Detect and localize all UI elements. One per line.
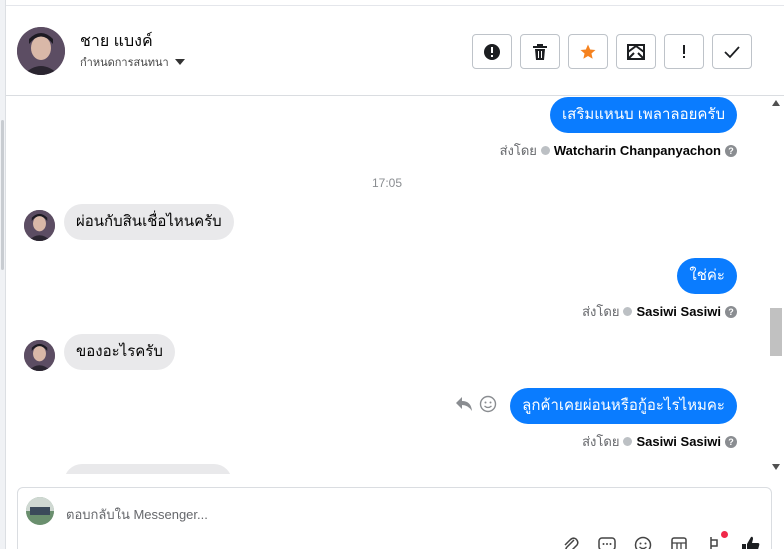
star-button[interactable] <box>568 34 608 69</box>
message-bubble-incoming[interactable]: ของอะไรครับ <box>64 334 175 370</box>
help-icon[interactable]: ? <box>725 144 737 157</box>
emoji-button[interactable] <box>633 535 653 549</box>
reply-input[interactable]: ตอบกลับใน Messenger... <box>66 504 208 525</box>
message-hover-tools <box>455 395 497 413</box>
sent-by-prefix: ส่งโดย <box>582 434 620 449</box>
assign-conversation-dropdown[interactable]: กำหนดการสนทนา <box>80 53 185 71</box>
composer-toolbar <box>561 531 761 549</box>
contact-name: ชาย แบงค์ <box>80 33 153 50</box>
contact-avatar-small <box>24 210 55 241</box>
message-bubble-incoming[interactable]: ผ่อนกับสินเชื่อไหนครับ <box>64 204 234 240</box>
caret-down-icon <box>174 59 185 65</box>
message-bubble-outgoing[interactable]: ใช่ค่ะ <box>677 258 737 294</box>
help-icon[interactable]: ? <box>725 305 737 318</box>
message-bubble-outgoing[interactable]: ลูกค้าเคยผ่อนหรือกู้อะไรไหมคะ <box>510 388 737 424</box>
trash-icon <box>533 43 547 60</box>
envelope-icon <box>627 43 645 60</box>
check-icon <box>724 45 740 58</box>
contact-avatar-small <box>24 340 55 371</box>
follow-up-button[interactable] <box>664 34 704 69</box>
mark-unread-button[interactable] <box>616 34 656 69</box>
message-bubble-outgoing[interactable]: เสริมแหนบ เพลาลอยครับ <box>550 97 737 133</box>
sender-name[interactable]: Sasiwi Sasiwi <box>636 434 721 449</box>
left-scroll-thumb[interactable] <box>1 120 4 270</box>
delete-button[interactable] <box>520 34 560 69</box>
sender-name[interactable]: Sasiwi Sasiwi <box>636 304 721 319</box>
sent-by-line: ส่งโดย Watcharin Chanpanyachon ? <box>500 140 737 161</box>
alert-circle-icon <box>484 43 500 60</box>
header-actions <box>472 34 752 69</box>
top-divider <box>6 0 784 6</box>
store-button[interactable] <box>669 535 689 549</box>
shop-icon <box>671 537 687 549</box>
tag-button[interactable] <box>705 531 728 549</box>
help-icon[interactable]: ? <box>725 435 737 448</box>
assign-label: กำหนดการสนทนา <box>80 57 169 69</box>
reply-icon[interactable] <box>455 396 473 412</box>
contact-avatar[interactable] <box>17 27 65 75</box>
notification-dot <box>721 531 728 538</box>
sent-by-prefix: ส่งโดย <box>582 304 620 319</box>
thumbs-up-icon <box>742 536 760 549</box>
scroll-thumb[interactable] <box>770 308 782 356</box>
attach-button[interactable] <box>561 535 581 549</box>
thread-scrollbar[interactable] <box>768 96 784 474</box>
page-avatar <box>26 497 54 525</box>
sent-by-line: ส่งโดย Sasiwi Sasiwi ? <box>582 431 737 452</box>
paperclip-icon <box>564 537 579 549</box>
verified-dot-icon <box>540 146 550 155</box>
like-button[interactable] <box>741 535 761 549</box>
sender-name[interactable]: Watcharin Chanpanyachon <box>554 143 721 158</box>
verified-dot-icon <box>623 307 633 316</box>
verified-dot-icon <box>623 437 633 446</box>
star-icon <box>580 44 596 59</box>
message-timestamp: 17:05 <box>371 176 403 190</box>
tag-icon <box>710 537 718 549</box>
sent-by-prefix: ส่งโดย <box>499 143 537 158</box>
sent-by-line: ส่งโดย Sasiwi Sasiwi ? <box>582 301 737 322</box>
reply-composer[interactable]: ตอบกลับใน Messenger... <box>17 487 772 549</box>
smiley-icon <box>634 536 652 549</box>
spam-button[interactable] <box>472 34 512 69</box>
scroll-up-arrow-icon[interactable] <box>772 100 780 106</box>
emoji-react-icon[interactable] <box>479 395 497 413</box>
message-bubble-incoming-partial[interactable] <box>64 464 232 474</box>
message-thread[interactable]: เสริมแหนบ เพลาลอยครับ ส่งโดย Watcharin C… <box>6 96 768 474</box>
conversation-header: ชาย แบงค์ กำหนดการสนทนา <box>6 7 784 96</box>
done-button[interactable] <box>712 34 752 69</box>
chat-dots-icon <box>598 537 616 549</box>
saved-replies-button[interactable] <box>597 535 617 549</box>
exclamation-icon <box>683 44 685 58</box>
scroll-down-arrow-icon[interactable] <box>772 464 780 470</box>
